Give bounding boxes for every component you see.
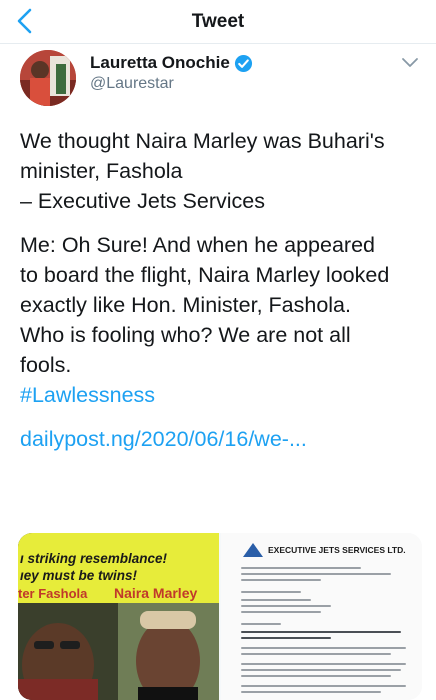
- image-name-label: Naira Marley: [114, 585, 198, 601]
- navigation-bar: Tweet: [0, 0, 436, 44]
- tweet-author: Lauretta Onochie @Laurestar: [0, 44, 436, 110]
- document-line: [241, 675, 391, 677]
- document-line: [241, 623, 281, 625]
- document-line: [241, 599, 311, 601]
- image-caption: ıey must be twins!: [20, 568, 138, 583]
- document-line: [241, 573, 391, 575]
- image-name-label: ter Fashola: [18, 586, 88, 601]
- document-line: [241, 591, 301, 593]
- hashtag-link[interactable]: #Lawlessness: [20, 380, 424, 410]
- media-image-left[interactable]: ı striking resemblance! ıey must be twin…: [18, 533, 219, 700]
- document-line: [241, 611, 321, 613]
- tweet-line: Me: Oh Sure! And when he appeared: [20, 233, 375, 257]
- image-caption: ı striking resemblance!: [20, 551, 168, 566]
- portraits-image: [18, 603, 219, 700]
- url-link[interactable]: dailypost.ng/2020/06/16/we-...: [20, 424, 424, 454]
- document-line: [241, 567, 361, 569]
- avatar[interactable]: [20, 50, 76, 106]
- author-name[interactable]: Lauretta Onochie: [90, 53, 230, 73]
- tweet-line: to board the flight, Naira Marley looked: [20, 263, 390, 287]
- tweet-menu-button[interactable]: [400, 56, 420, 70]
- tweet-line: Who is fooling who? We are not all: [20, 323, 351, 347]
- document-line: [241, 579, 321, 581]
- chevron-down-icon: [402, 58, 418, 67]
- document-title: EXECUTIVE JETS SERVICES LTD.: [268, 545, 406, 555]
- tweet-text: We thought Naira Marley was Buhari's min…: [20, 126, 424, 466]
- document-line: [241, 637, 331, 639]
- tweet-line: We thought Naira Marley was Buhari's: [20, 129, 385, 153]
- document-line: [241, 691, 381, 693]
- avatar-image: [20, 50, 76, 106]
- page-title: Tweet: [191, 11, 245, 32]
- document-line: [241, 605, 331, 607]
- tweet-line: exactly like Hon. Minister, Fashola.: [20, 293, 351, 317]
- document-line: [241, 685, 406, 687]
- media-image-right[interactable]: EXECUTIVE JETS SERVICES LTD.: [221, 533, 422, 700]
- author-handle[interactable]: @Laurestar: [90, 75, 174, 93]
- tweet-line: – Executive Jets Services: [20, 189, 265, 213]
- verified-badge-icon: [234, 54, 253, 73]
- document-line: [241, 663, 406, 665]
- tweet-line: fools.: [20, 353, 72, 377]
- tweet-line: minister, Fashola: [20, 159, 183, 183]
- logo-icon: [243, 543, 263, 557]
- document-line: [241, 647, 406, 649]
- document-line: [241, 631, 401, 633]
- document-line: [241, 653, 391, 655]
- document-line: [241, 669, 401, 671]
- tweet-media: ı striking resemblance! ıey must be twin…: [18, 533, 422, 700]
